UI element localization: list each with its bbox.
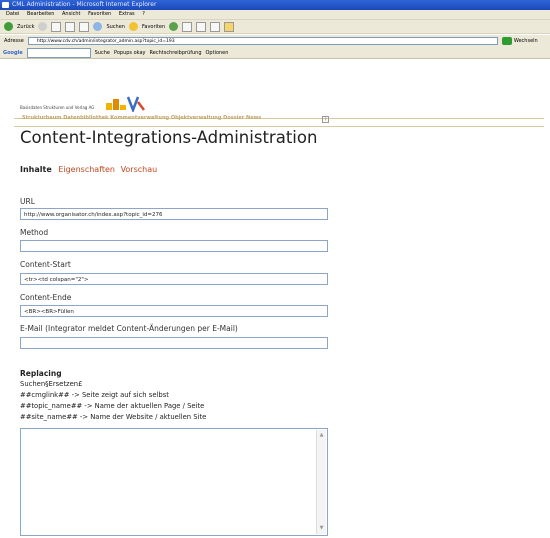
window-title: CML Administration - Microsoft Internet … (12, 1, 157, 8)
back-label[interactable]: Zurück (17, 20, 34, 34)
replacing-header: Suchen§Ersetzen£ (20, 380, 83, 388)
help-icon[interactable]: ? (322, 116, 329, 123)
history-icon[interactable] (182, 21, 193, 32)
page-title: Content-Integrations-Administration (20, 128, 318, 147)
forward-icon[interactable] (38, 22, 48, 31)
menu-bearbeiten[interactable]: Bearbeiten (27, 11, 54, 17)
main-nav[interactable]: Strukturbaum Datenbibliothek Kommentverw… (22, 115, 261, 121)
google-toolbar: Google Suche Popups okay Rechtschreibprü… (0, 47, 550, 59)
cdv-logo (106, 96, 145, 112)
address-label: Adresse (4, 38, 24, 44)
address-bar: Adresse http://www.cdv.ch/admin/integrat… (0, 35, 550, 47)
scroll-up-icon[interactable]: ▲ (318, 432, 325, 439)
favorites-icon[interactable] (128, 22, 138, 31)
replacing-textarea[interactable]: ▲ ▼ (20, 428, 328, 536)
menu-help[interactable]: ? (142, 11, 145, 17)
media-icon[interactable] (169, 22, 179, 31)
home-icon[interactable] (79, 21, 90, 32)
content-start-field[interactable]: <tr><td colspan="2"> (20, 273, 328, 285)
url-label: URL (20, 197, 35, 206)
url-value: http://www.organisator.ch/index.asp?topi… (24, 212, 163, 218)
tab-vorschau[interactable]: Vorschau (121, 165, 158, 174)
content-start-label: Content-Start (20, 260, 71, 269)
textarea-scrollbar[interactable]: ▲ ▼ (316, 430, 326, 534)
address-value: http://www.cdv.ch/admin/integrator_admin… (36, 39, 175, 44)
menu-datei[interactable]: Datei (6, 11, 19, 17)
go-label[interactable]: Wechseln (514, 38, 538, 44)
page-content: Basisdaten Strukturen und Verlag AG Stru… (0, 60, 550, 538)
browser-toolbar: Zurück Suchen Favoriten (0, 20, 550, 34)
tab-eigenschaften[interactable]: Eigenschaften (58, 165, 115, 174)
go-icon[interactable] (501, 37, 512, 45)
content-start-value: <tr><td colspan="2"> (24, 277, 89, 283)
google-spellcheck[interactable]: Rechtschreibprüfung (150, 50, 202, 56)
method-field[interactable] (20, 240, 328, 252)
method-label: Method (20, 228, 49, 237)
google-popups[interactable]: Popups okay (114, 50, 146, 56)
google-suche[interactable]: Suche (95, 50, 110, 56)
google-options[interactable]: Optionen (206, 50, 229, 56)
back-icon[interactable] (4, 22, 13, 31)
search-icon[interactable] (93, 22, 103, 31)
menu-favoriten[interactable]: Favoriten (88, 11, 111, 17)
menu-ansicht[interactable]: Ansicht (62, 11, 80, 17)
mail-icon[interactable] (196, 21, 207, 32)
tab-bar: Inhalte Eigenschaften Vorschau (20, 165, 157, 174)
ie-icon (2, 2, 9, 8)
replacing-line: ##topic_name## -> Name der aktuellen Pag… (20, 402, 205, 410)
org-name: Basisdaten Strukturen und Verlag AG (20, 105, 95, 110)
menu-bar: Datei Bearbeiten Ansicht Favoriten Extra… (0, 10, 550, 20)
replacing-title: Replacing (20, 369, 62, 378)
scroll-down-icon[interactable]: ▼ (318, 525, 325, 532)
google-logo: Google (3, 49, 23, 56)
replacing-line: ##cmglink## -> Seite zeigt auf sich selb… (20, 391, 169, 399)
refresh-icon[interactable] (65, 21, 76, 32)
url-field[interactable]: http://www.organisator.ch/index.asp?topi… (20, 208, 328, 220)
replacing-line: ##site_name## -> Name der Website / aktu… (20, 413, 207, 421)
favorites-label[interactable]: Favoriten (142, 20, 165, 34)
stop-icon[interactable] (51, 21, 62, 32)
address-input[interactable]: http://www.cdv.ch/admin/integrator_admin… (27, 37, 498, 45)
content-end-field[interactable]: <BR><BR>Füllen (20, 305, 328, 317)
window-titlebar: CML Administration - Microsoft Internet … (0, 0, 550, 10)
folder-icon[interactable] (224, 21, 235, 32)
email-field[interactable] (20, 337, 328, 349)
tab-inhalte[interactable]: Inhalte (20, 165, 52, 174)
content-end-label: Content-Ende (20, 293, 72, 302)
menu-extras[interactable]: Extras (119, 11, 135, 17)
print-icon[interactable] (210, 21, 221, 32)
google-search-input[interactable] (26, 47, 91, 58)
content-end-value: <BR><BR>Füllen (24, 309, 74, 315)
email-label: E-Mail (Integrator meldet Content-Änderu… (20, 324, 238, 333)
search-label[interactable]: Suchen (106, 20, 125, 34)
